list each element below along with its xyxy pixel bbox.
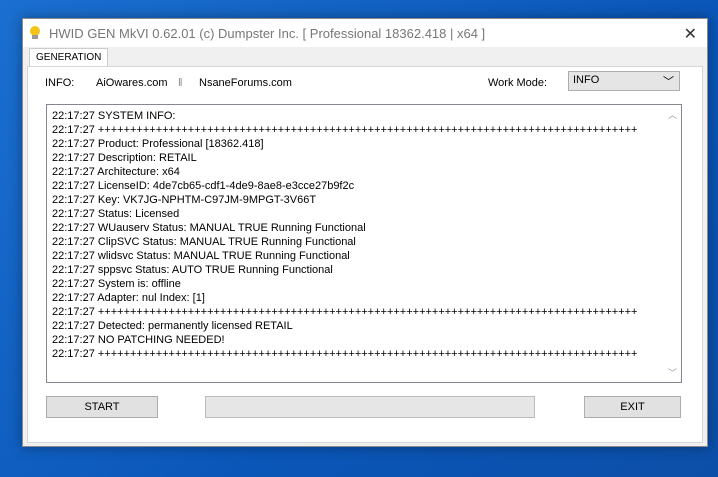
nsaneforums-link[interactable]: NsaneForums.com (199, 77, 292, 89)
log-line: 22:17:27 Product: Professional [18362.41… (52, 138, 264, 150)
log-line: 22:17:27 SYSTEM INFO: (52, 110, 176, 122)
scroll-up-icon[interactable]: ︿ (668, 108, 677, 121)
lightbulb-icon (29, 26, 41, 40)
tab-generation[interactable]: GENERATION (29, 48, 109, 66)
separator: ‖ (178, 77, 183, 89)
log-line: 22:17:27 Status: Licensed (52, 208, 180, 220)
log-line: 22:17:27 Architecture: x64 (52, 166, 180, 178)
log-line: 22:17:27 Adapter: nul Index: [1] (52, 292, 205, 304)
exit-button[interactable]: EXIT (584, 396, 681, 418)
app-window: HWID GEN MkVI 0.62.01 (c) Dumpster Inc. … (22, 18, 708, 447)
title-bar: HWID GEN MkVI 0.62.01 (c) Dumpster Inc. … (23, 19, 707, 47)
work-mode-select[interactable]: INFO ﹀ (568, 71, 680, 91)
vertical-scrollbar[interactable]: ︿ ﹀ (665, 105, 681, 382)
window-title: HWID GEN MkVI 0.62.01 (c) Dumpster Inc. … (49, 25, 486, 41)
log-lines: 22:17:27 SYSTEM INFO: 22:17:27 ++++++++++… (52, 109, 662, 361)
log-line: 22:17:27 WUauserv Status: MANUAL TRUE Ru… (52, 222, 366, 234)
work-mode-label: Work Mode: (488, 77, 548, 89)
info-label: INFO: (45, 77, 75, 89)
log-line: 22:17:27 LicenseID: 4de7cb65-cdf1-4de9-8… (52, 180, 355, 192)
log-line: 22:17:27 +++++++++++++++++++++++++++++++… (52, 348, 638, 360)
log-line: 22:17:27 NO PATCHING NEEDED! (52, 334, 225, 346)
generation-panel: INFO: AiOwares.com ‖ NsaneForums.com Wor… (27, 66, 703, 443)
log-line: 22:17:27 System is: offline (52, 278, 181, 290)
work-mode-value: INFO (573, 74, 600, 86)
log-line: 22:17:27 +++++++++++++++++++++++++++++++… (52, 124, 638, 136)
scroll-down-icon[interactable]: ﹀ (668, 366, 677, 379)
chevron-down-icon: ﹀ (663, 76, 674, 88)
log-line: 22:17:27 Description: RETAIL (52, 152, 197, 164)
progress-bar (205, 396, 535, 418)
log-line: 22:17:27 Detected: permanently licensed … (52, 320, 293, 332)
close-button[interactable]: ✕ (684, 24, 697, 44)
aiowares-link[interactable]: AiOwares.com (96, 77, 168, 89)
log-output[interactable]: 22:17:27 SYSTEM INFO: 22:17:27 ++++++++++… (46, 104, 682, 383)
log-line: 22:17:27 sppsvc Status: AUTO TRUE Runnin… (52, 264, 333, 276)
log-line: 22:17:27 wlidsvc Status: MANUAL TRUE Run… (52, 250, 350, 262)
log-line: 22:17:27 ClipSVC Status: MANUAL TRUE Run… (52, 236, 356, 248)
log-line: 22:17:27 Key: VK7JG-NPHTM-C97JM-9MPGT-3V… (52, 194, 317, 206)
log-line: 22:17:27 +++++++++++++++++++++++++++++++… (52, 306, 638, 318)
start-button[interactable]: START (46, 396, 158, 418)
